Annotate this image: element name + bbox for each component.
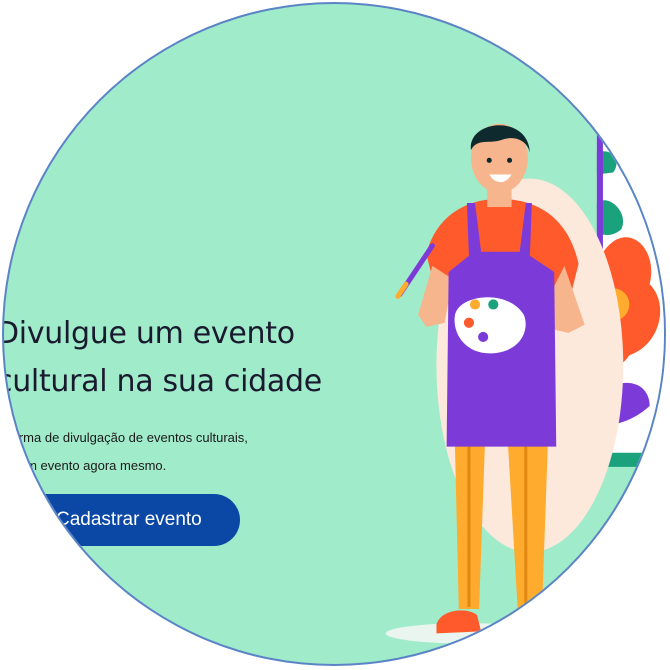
hero-circle-frame: Divulgue um evento cultural na sua cidad… [4, 4, 664, 664]
artist-illustration [385, 123, 664, 644]
